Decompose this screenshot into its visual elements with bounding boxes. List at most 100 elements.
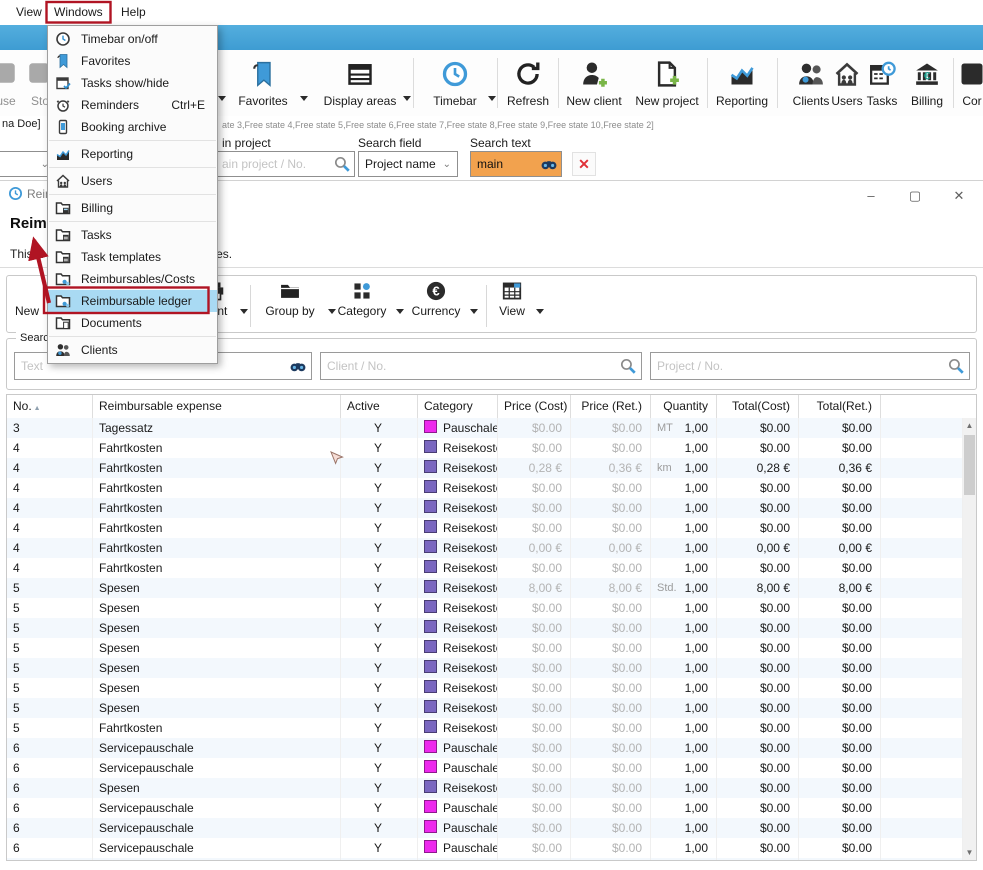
table-row[interactable]: 5SpesenYReisekosten$0.00$0.001,00$0.00$0… <box>7 658 963 678</box>
price-cell: $0.00 <box>571 478 651 498</box>
toolbar-button-favorites[interactable]: Favorites <box>238 94 287 108</box>
cell: 4 <box>7 458 93 478</box>
toolbar-button-cor[interactable]: Cor <box>962 94 981 108</box>
table-row[interactable]: 6ServicepauschaleYPauschalen45,00 €60,00… <box>7 858 963 860</box>
table-row[interactable]: 5SpesenYReisekosten$0.00$0.001,00$0.00$0… <box>7 618 963 638</box>
chevron-down-icon[interactable] <box>470 309 478 314</box>
search-input-2[interactable]: Project / No. <box>650 352 970 380</box>
cell: 3 <box>7 418 93 438</box>
magnifier-icon <box>619 357 637 375</box>
chevron-down-icon[interactable] <box>218 96 226 101</box>
total-cell: $0.00 <box>717 798 799 818</box>
table-header[interactable]: No. ▲Reimbursable expenseActiveCategoryP… <box>7 395 963 419</box>
column-header-5[interactable]: Price (Ret.) <box>571 395 651 418</box>
cell: Y <box>341 618 418 638</box>
squares-icon <box>351 280 373 302</box>
table-row[interactable]: 5SpesenYReisekosten$0.00$0.001,00$0.00$0… <box>7 698 963 718</box>
window-toolbar-button-group-by[interactable]: Group by <box>258 304 322 318</box>
table-row[interactable]: 6ServicepauschaleYPauschalen$0.00$0.001,… <box>7 798 963 818</box>
table-row[interactable]: 4FahrtkostenYReisekosten$0.00$0.001,00$0… <box>7 498 963 518</box>
menu-item-reimbursables-costs[interactable]: Reimbursables/Costs <box>48 268 217 290</box>
menubar-item-help[interactable]: Help <box>117 4 150 20</box>
toolbar-button-clients[interactable]: Clients <box>793 94 830 108</box>
column-header-8[interactable]: Total(Ret.) <box>799 395 881 418</box>
menu-item-task-templates[interactable]: Task templates <box>48 246 217 268</box>
window-toolbar-button-currency[interactable]: Currency <box>407 304 465 318</box>
chevron-down-icon[interactable] <box>488 96 496 101</box>
column-header-3[interactable]: Category <box>418 395 498 418</box>
toolbar-button-timebar[interactable]: Timebar <box>433 94 477 108</box>
category-cell: Reisekosten <box>418 698 498 718</box>
vertical-scrollbar[interactable]: ▲ ▼ <box>963 418 976 860</box>
menu-item-clients[interactable]: Clients <box>48 339 217 361</box>
table-row[interactable]: 5SpesenYReisekosten8,00 €8,00 €Std.1,008… <box>7 578 963 598</box>
column-header-7[interactable]: Total(Cost) <box>717 395 799 418</box>
table-row[interactable]: 4FahrtkostenYReisekosten$0.00$0.001,00$0… <box>7 558 963 578</box>
table-row[interactable]: 4FahrtkostenYReisekosten0,28 €0,36 €km1,… <box>7 458 963 478</box>
quantity-cell: 1,00 <box>651 738 717 758</box>
chevron-down-icon[interactable] <box>396 309 404 314</box>
table-row[interactable]: 6ServicepauschaleYPauschalen$0.00$0.001,… <box>7 838 963 858</box>
table-row[interactable]: 4FahrtkostenYReisekosten0,00 €0,00 €1,00… <box>7 538 963 558</box>
toolbar-button-tasks[interactable]: Tasks <box>867 94 898 108</box>
column-header-4[interactable]: Price (Cost) <box>498 395 571 418</box>
search-text-input[interactable]: main <box>470 151 562 177</box>
menu-item-reminders[interactable]: RemindersCtrl+E <box>48 94 217 116</box>
scrollbar-thumb[interactable] <box>964 435 975 495</box>
toolbar-button-billing[interactable]: Billing <box>911 94 943 108</box>
table-row[interactable]: 5FahrtkostenYReisekosten$0.00$0.001,00$0… <box>7 718 963 738</box>
column-header-6[interactable]: Quantity <box>651 395 717 418</box>
menu-item-tasks-show-hide[interactable]: Tasks show/hide <box>48 72 217 94</box>
menubar-item-windows[interactable]: Windows <box>50 4 107 20</box>
toolbar-button-display-areas[interactable]: Display areas <box>324 94 397 108</box>
menu-item-reporting[interactable]: Reporting <box>48 143 217 165</box>
menu-item-booking-archive[interactable]: Booking archive <box>48 116 217 138</box>
menu-item-reimbursable-ledger[interactable]: Reimbursable ledger <box>48 290 217 312</box>
main-project-search-input[interactable]: ain project / No. <box>215 151 355 177</box>
table-row[interactable]: 6ServicepauschaleYPauschalen$0.00$0.001,… <box>7 758 963 778</box>
search-input-1[interactable]: Client / No. <box>320 352 642 380</box>
menu-item-tasks[interactable]: Tasks <box>48 224 217 246</box>
menubar-item-view[interactable]: View <box>12 4 46 20</box>
category-cell: Reisekosten <box>418 558 498 578</box>
clear-filter-button[interactable]: ✕ <box>572 152 596 176</box>
menu-item-billing[interactable]: Billing <box>48 197 217 219</box>
minimize-button[interactable]: – <box>858 187 884 205</box>
table-row[interactable]: 6ServicepauschaleYPauschalen$0.00$0.001,… <box>7 738 963 758</box>
menu-item-users[interactable]: Users <box>48 170 217 192</box>
chevron-down-icon[interactable] <box>300 96 308 101</box>
chevron-down-icon[interactable] <box>240 309 248 314</box>
toolbar-button-refresh[interactable]: Refresh <box>507 94 549 108</box>
table-row[interactable]: 4FahrtkostenYReisekosten$0.00$0.001,00$0… <box>7 518 963 538</box>
toolbar-button-new-project[interactable]: New project <box>635 94 698 108</box>
search-field-select[interactable]: Project name ⌄ <box>358 151 458 177</box>
chevron-down-icon[interactable] <box>403 96 411 101</box>
scroll-down-button[interactable]: ▼ <box>963 845 976 860</box>
menu-item-timebar-on-off[interactable]: Timebar on/off <box>48 28 217 50</box>
table-row[interactable]: 5SpesenYReisekosten$0.00$0.001,00$0.00$0… <box>7 638 963 658</box>
chevron-down-icon[interactable] <box>536 309 544 314</box>
table-row[interactable]: 5SpesenYReisekosten$0.00$0.001,00$0.00$0… <box>7 678 963 698</box>
table-row[interactable]: 4FahrtkostenYReisekosten$0.00$0.001,00$0… <box>7 478 963 498</box>
table-row[interactable]: 6SpesenYReisekosten$0.00$0.001,00$0.00$0… <box>7 778 963 798</box>
menu-item-documents[interactable]: Documents <box>48 312 217 334</box>
column-header-1[interactable]: Reimbursable expense <box>93 395 341 418</box>
menu-item-favorites[interactable]: Favorites <box>48 50 217 72</box>
window-toolbar-button-category[interactable]: Category <box>334 304 390 318</box>
table-row[interactable]: 5SpesenYReisekosten$0.00$0.001,00$0.00$0… <box>7 598 963 618</box>
table-row[interactable]: 3TagessatzYPauschalen$0.00$0.00MT1,00$0.… <box>7 418 963 438</box>
total-cell: $0.00 <box>717 738 799 758</box>
column-header-2[interactable]: Active <box>341 395 418 418</box>
window-toolbar-button-view[interactable]: View <box>494 304 530 318</box>
toolbar-button-new-client[interactable]: New client <box>566 94 621 108</box>
column-header-0[interactable]: No. ▲ <box>7 395 93 418</box>
maximize-button[interactable]: ▢ <box>902 187 928 205</box>
toolbar-button-reporting[interactable]: Reporting <box>716 94 768 108</box>
window-toolbar-button-new[interactable]: New <box>15 304 49 318</box>
scroll-up-button[interactable]: ▲ <box>963 418 976 433</box>
toolbar-button-users[interactable]: Users <box>831 94 862 108</box>
quantity-cell: 1,00 <box>651 478 717 498</box>
table-row[interactable]: 6ServicepauschaleYPauschalen$0.00$0.001,… <box>7 818 963 838</box>
close-button[interactable]: ✕ <box>946 187 972 205</box>
table-row[interactable]: 4FahrtkostenYReisekosten$0.00$0.001,00$0… <box>7 438 963 458</box>
